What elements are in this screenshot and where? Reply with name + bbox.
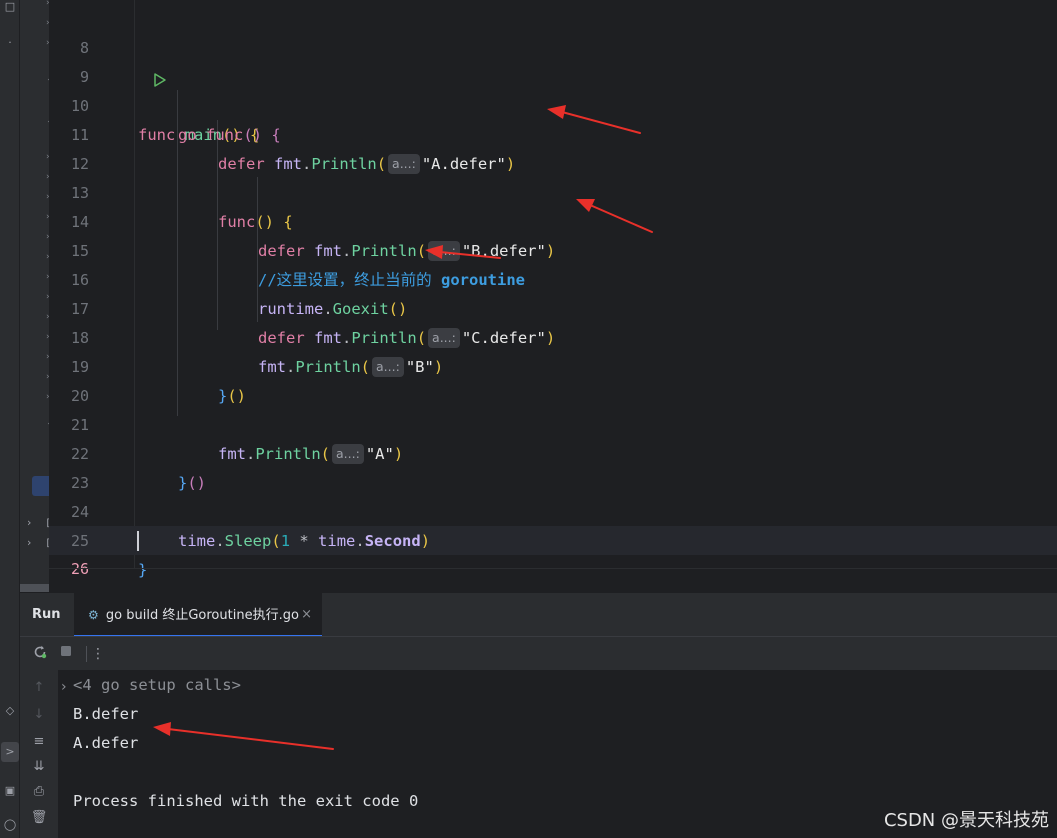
- scroll-down-icon[interactable]: ↓: [29, 705, 49, 725]
- chevron-right-icon[interactable]: ›: [61, 673, 67, 702]
- tree-expand-icon[interactable]: ›: [27, 516, 31, 529]
- code-line: 26: [49, 526, 1057, 578]
- code-line: 13 func() {: [49, 150, 1057, 231]
- services-icon[interactable]: ◇: [0, 704, 20, 717]
- toolbar-separator: [86, 646, 87, 662]
- console-setup-calls[interactable]: <4 go setup calls>: [73, 671, 241, 700]
- project-tree: › › › ⌄ ⌄ › › › › › › › › › › › › › ⌄ › …: [20, 0, 49, 592]
- code-line: 10 go func() {: [49, 63, 1057, 144]
- code-line: 9 func main() {: [49, 34, 1057, 144]
- more-vertical-icon[interactable]: ⋮: [88, 644, 108, 664]
- code-line: 25 }: [49, 498, 1057, 579]
- console-exit-line: Process finished with the exit code 0: [73, 792, 419, 810]
- code-text: }: [138, 561, 148, 579]
- code-line: 22 }(): [49, 411, 1057, 492]
- problems-icon[interactable]: ◯: [0, 818, 20, 831]
- left-tool-strip: □ · ◇ > ▣ ◯: [0, 0, 20, 838]
- scroll-up-icon[interactable]: ↑: [29, 678, 49, 698]
- run-panel-header: Run ⚙ go build 终止Goroutine执行.go ×: [20, 592, 1057, 637]
- line-number: 26: [70, 560, 89, 578]
- go-build-icon: ⚙: [88, 608, 99, 622]
- run-tool-icon[interactable]: >: [1, 742, 19, 762]
- soft-wrap-icon[interactable]: ≡: [29, 732, 49, 752]
- code-line: 24 time.Sleep(1 * time.Second): [49, 469, 1057, 550]
- code-line: 18 fmt.Println(a...: "B"): [49, 295, 1057, 377]
- code-line: 21 fmt.Println(a...: "A"): [49, 382, 1057, 464]
- editor-separator: [49, 568, 1057, 569]
- code-line: 17 defer fmt.Println(a...: "C.defer"): [49, 266, 1057, 348]
- code-line: 12: [49, 121, 1057, 173]
- run-toolbar: ⋮: [20, 636, 1057, 670]
- code-line: 20: [49, 353, 1057, 405]
- scroll-to-end-icon[interactable]: ⇊: [29, 757, 49, 777]
- tree-expand-icon[interactable]: ›: [27, 536, 31, 549]
- console-line: A.defer: [73, 734, 139, 752]
- stop-icon[interactable]: [56, 644, 76, 664]
- terminal-icon[interactable]: ▣: [0, 784, 20, 797]
- watermark: CSDN @景天科技苑: [883, 810, 1049, 831]
- folder-icon[interactable]: □: [0, 0, 20, 13]
- run-panel-title: Run: [32, 607, 61, 622]
- code-line: 11 defer fmt.Println(a...: "A.defer"): [49, 92, 1057, 174]
- rerun-icon[interactable]: [30, 644, 50, 664]
- text-caret: [137, 531, 139, 551]
- tree-selected-item[interactable]: [32, 476, 49, 496]
- run-config-tab[interactable]: ⚙ go build 终止Goroutine执行.go ×: [74, 593, 322, 637]
- code-line: 15 //这里设置，终止当前的 goroutine: [49, 208, 1057, 289]
- code-line: 8: [49, 5, 1057, 57]
- close-icon[interactable]: ×: [301, 593, 312, 637]
- run-tab-label: go build 终止Goroutine执行.go: [105, 608, 299, 623]
- code-line: 23: [49, 440, 1057, 492]
- trash-icon[interactable]: 🗑: [29, 808, 49, 828]
- print-icon[interactable]: ⎙: [29, 782, 49, 802]
- console-side-toolbar: ↑ ↓ ≡ ⇊ ⎙ 🗑: [20, 670, 58, 838]
- code-line: 16 runtime.Goexit(): [49, 237, 1057, 318]
- more-icon[interactable]: ·: [0, 36, 20, 49]
- console-line: B.defer: [73, 705, 139, 723]
- code-line: 19 }(): [49, 324, 1057, 405]
- code-line: 14 defer fmt.Println(a...: "B.defer"): [49, 179, 1057, 261]
- tree-scrollbar[interactable]: [20, 584, 49, 592]
- code-editor[interactable]: 8 9 func main() { 10 go func() { 11 defe…: [49, 0, 1057, 592]
